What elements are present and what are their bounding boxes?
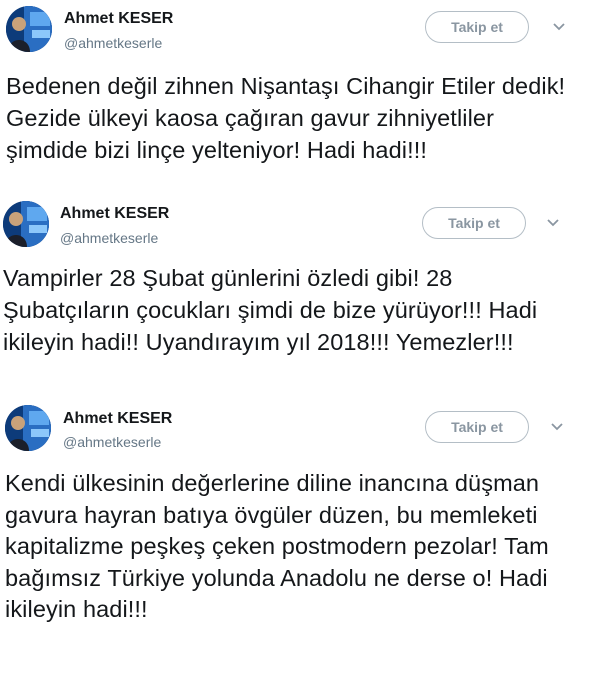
author-handle[interactable]: @ahmetkeserle — [60, 230, 158, 246]
tweet-card: Ahmet KESER @ahmetkeserle Takip et Beden… — [0, 0, 575, 198]
chevron-down-icon[interactable] — [550, 422, 564, 432]
follow-button[interactable]: Takip et — [425, 11, 529, 43]
chevron-down-icon[interactable] — [546, 218, 560, 228]
tweet-stack: Ahmet KESER @ahmetkeserle Takip et Beden… — [0, 0, 592, 675]
follow-button[interactable]: Takip et — [425, 411, 529, 443]
avatar-photo-icon — [3, 201, 49, 247]
chevron-down-icon[interactable] — [552, 22, 566, 32]
avatar[interactable] — [3, 201, 49, 247]
tweet-text: Kendi ülkesinin değerlerine diline inanc… — [5, 470, 549, 622]
tweet-text: Bedenen değil zihnen Nişantaşı Cihangir … — [6, 73, 566, 163]
author-handle[interactable]: @ahmetkeserle — [64, 35, 162, 51]
tweet-card: Ahmet KESER @ahmetkeserle Takip et Vampi… — [0, 198, 570, 400]
avatar[interactable] — [6, 6, 52, 52]
follow-button[interactable]: Takip et — [422, 207, 526, 239]
avatar[interactable] — [5, 405, 51, 451]
author-handle[interactable]: @ahmetkeserle — [63, 434, 161, 450]
author-name[interactable]: Ahmet KESER — [63, 410, 172, 428]
avatar-photo-icon — [5, 405, 51, 451]
avatar-photo-icon — [6, 6, 52, 52]
tweet-text: Vampirler 28 Şubat günlerini özledi gibi… — [3, 265, 538, 355]
author-name[interactable]: Ahmet KESER — [60, 205, 169, 223]
author-name[interactable]: Ahmet KESER — [64, 10, 173, 28]
tweet-card: Ahmet KESER @ahmetkeserle Takip et Kendi… — [0, 400, 575, 665]
